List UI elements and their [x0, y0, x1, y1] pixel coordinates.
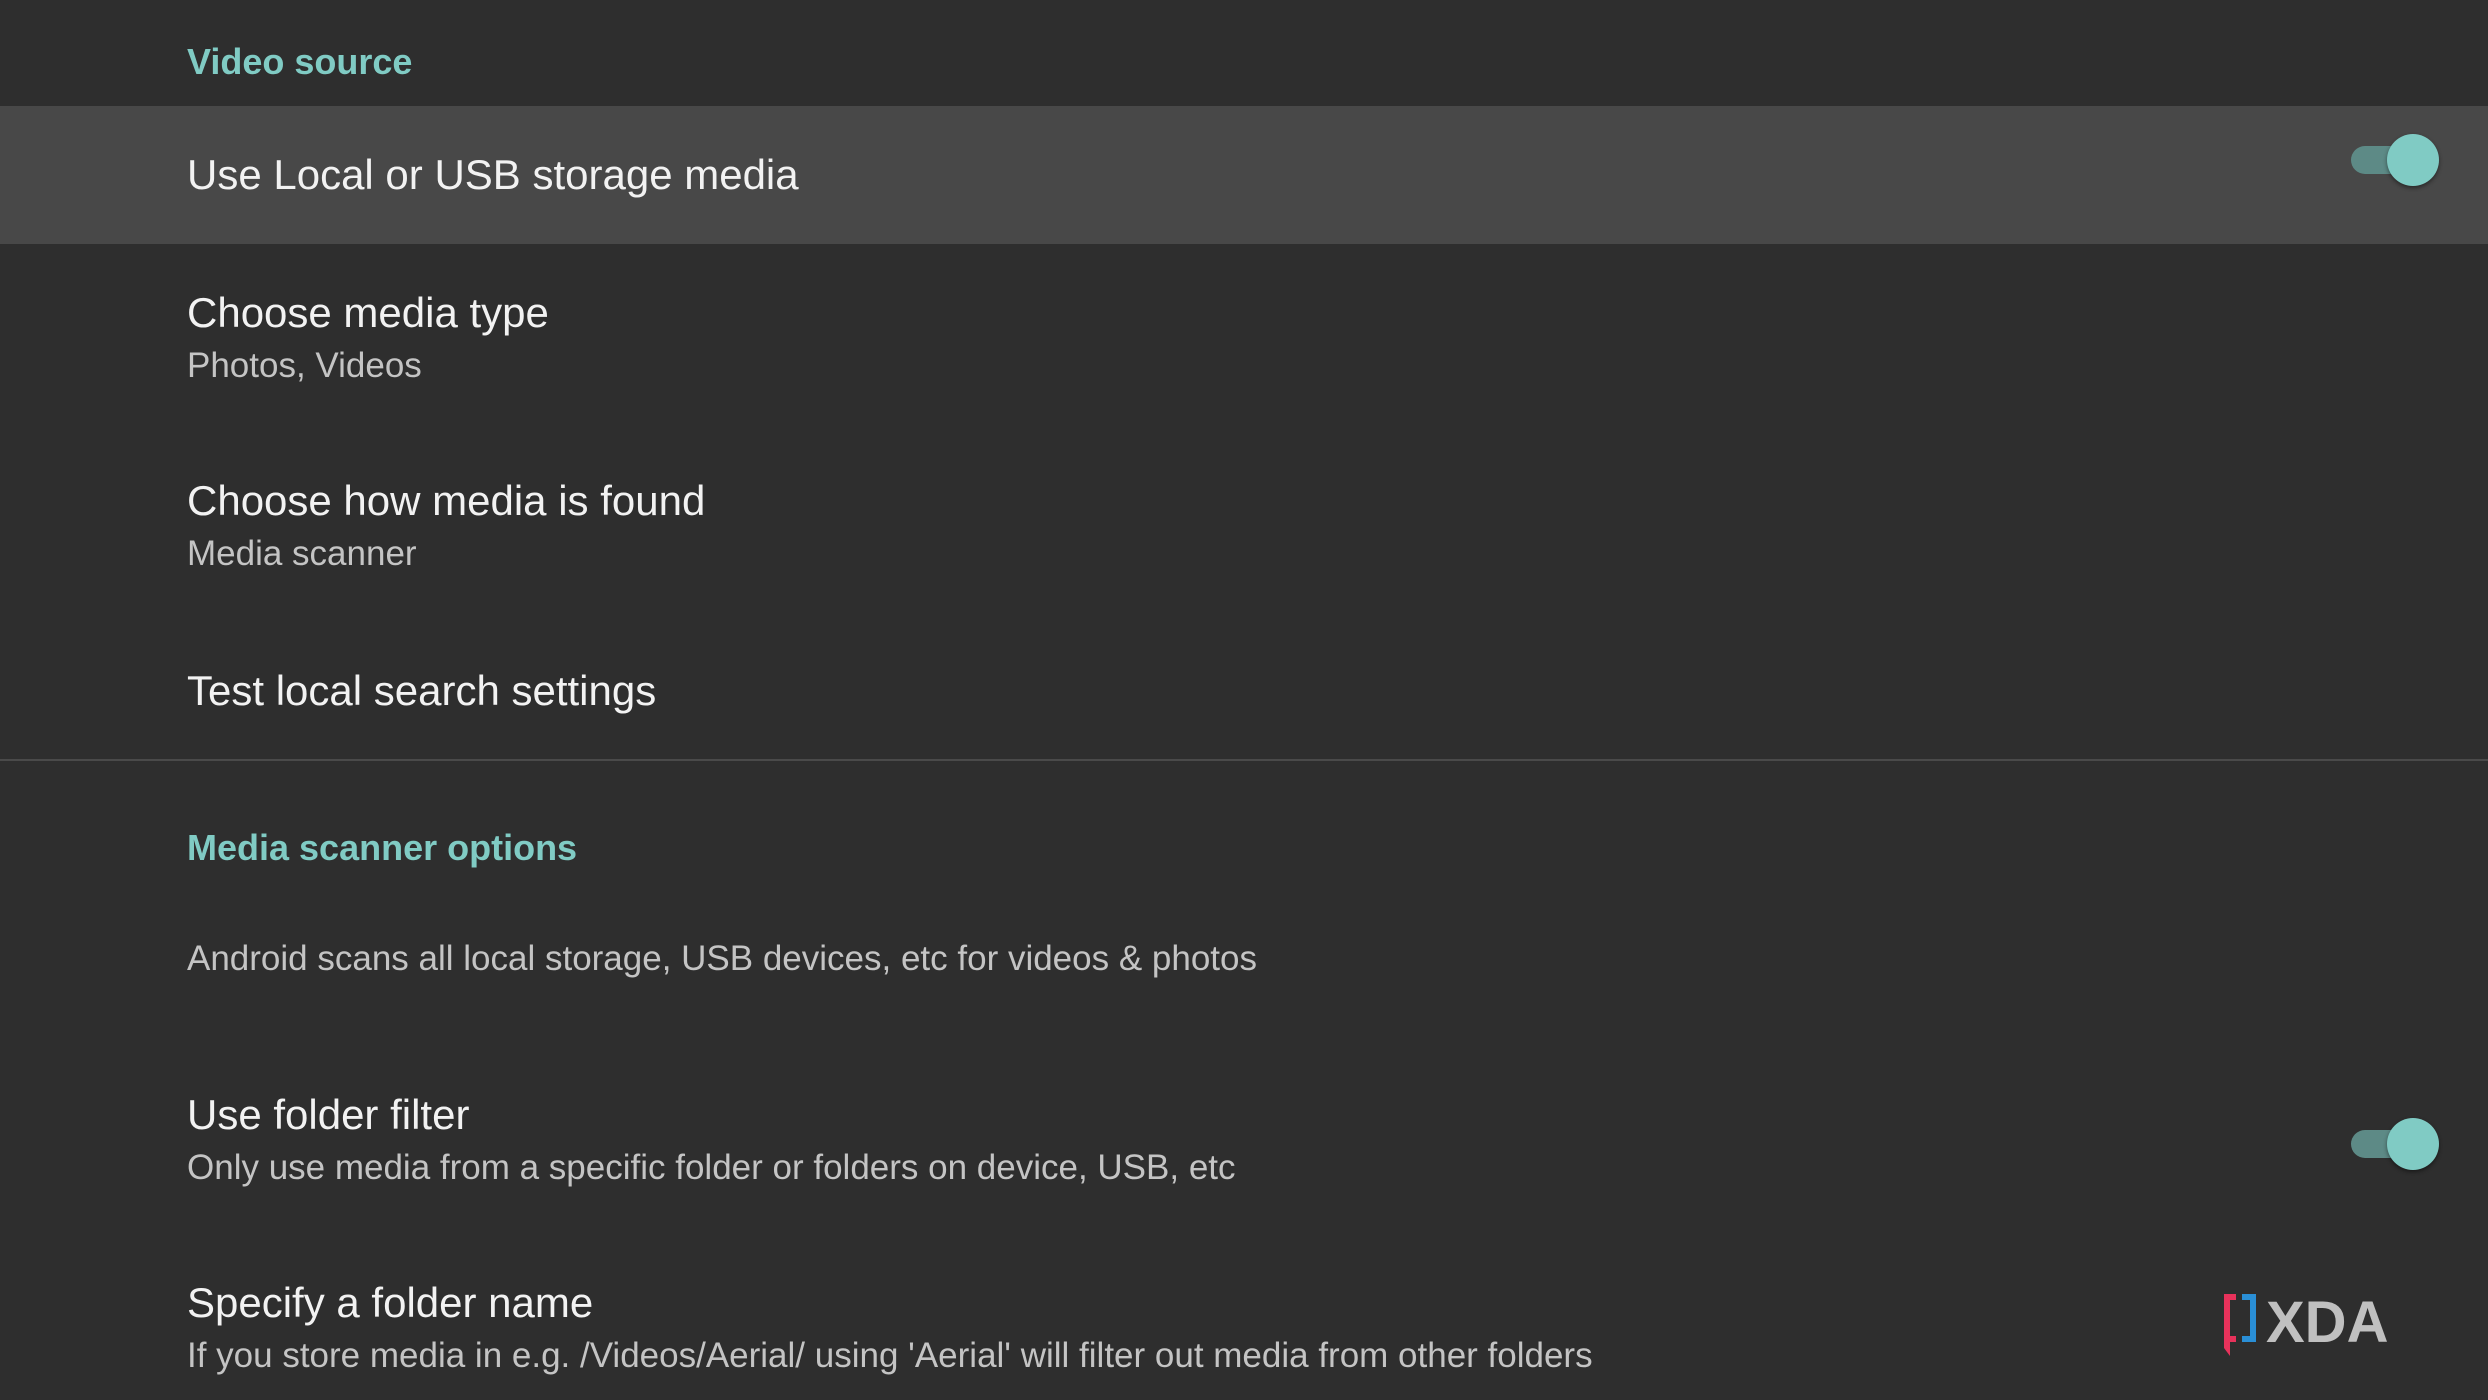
toggle-thumb: [2387, 1118, 2439, 1170]
setting-summary: Photos, Videos: [187, 346, 422, 385]
setting-title: Specify a folder name: [187, 1279, 594, 1326]
setting-title: Test local search settings: [187, 667, 657, 714]
xda-logo-icon: XDA: [2224, 1290, 2388, 1356]
folder-filter-toggle[interactable]: [2347, 1116, 2439, 1172]
setting-test-local-search[interactable]: Test local search settings: [0, 620, 2488, 760]
local-usb-toggle[interactable]: [2347, 132, 2439, 188]
setting-summary: If you store media in e.g. /Videos/Aeria…: [187, 1336, 1593, 1375]
setting-summary: Media scanner: [187, 534, 417, 573]
setting-use-folder-filter[interactable]: Use folder filter Only use media from a …: [0, 1046, 2488, 1234]
xda-watermark-logo: XDA: [2222, 1290, 2458, 1360]
media-scanner-info: Android scans all local storage, USB dev…: [187, 939, 1257, 978]
section-header-media-scanner: Media scanner options: [187, 827, 578, 868]
setting-title: Choose how media is found: [187, 477, 706, 524]
setting-title: Use folder filter: [187, 1091, 470, 1138]
toggle-thumb: [2387, 134, 2439, 186]
xda-logo-text: XDA: [2266, 1290, 2388, 1355]
section-divider: [0, 759, 2488, 761]
xda-logo-bracket-right: [2242, 1294, 2256, 1342]
xda-logo-bracket-left: [2224, 1294, 2236, 1356]
setting-choose-media-type[interactable]: Choose media type Photos, Videos: [0, 244, 2488, 432]
setting-title: Choose media type: [187, 289, 549, 336]
section-header-video-source: Video source: [187, 41, 413, 82]
settings-screen: Video source Use Local or USB storage me…: [0, 0, 2488, 1400]
setting-use-local-usb[interactable]: Use Local or USB storage media: [0, 106, 2488, 244]
setting-title: Use Local or USB storage media: [187, 151, 799, 198]
setting-summary: Only use media from a specific folder or…: [187, 1148, 1236, 1187]
setting-specify-folder-name[interactable]: Specify a folder name If you store media…: [0, 1234, 2488, 1400]
setting-choose-media-found[interactable]: Choose how media is found Media scanner: [0, 432, 2488, 620]
